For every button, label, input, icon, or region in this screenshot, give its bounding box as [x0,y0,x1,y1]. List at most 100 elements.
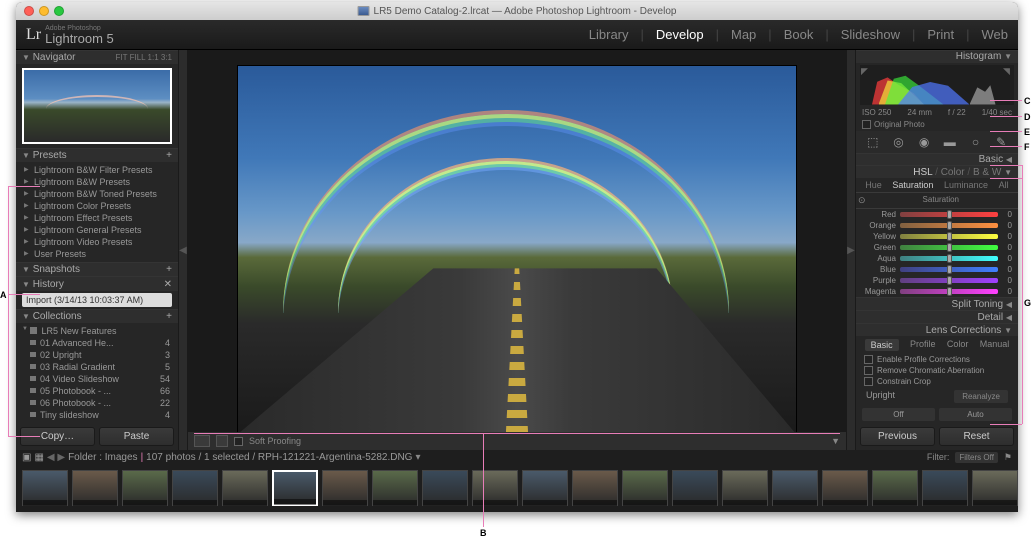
collection-folder[interactable]: LR5 New Features [16,325,178,337]
filmstrip-thumb[interactable] [22,470,68,506]
filmstrip-thumb[interactable] [172,470,218,506]
window-controls[interactable] [24,6,64,16]
filmstrip-thumb[interactable] [722,470,768,506]
filmstrip-thumb[interactable] [872,470,918,506]
history-item[interactable]: Import (3/14/13 10:03:37 AM) [22,293,172,307]
preset-folder[interactable]: Lightroom General Presets [16,224,178,236]
copy-button[interactable]: Copy… [20,427,95,446]
hsl-mode-color[interactable]: Color [941,167,965,178]
preset-folder[interactable]: User Presets [16,248,178,260]
highlight-clip-icon[interactable]: ◥ [1003,66,1013,76]
filmstrip-thumb[interactable] [972,470,1018,506]
filter-lock-icon[interactable]: ⚑ [1004,452,1012,463]
detail-panel-header[interactable]: Detail ◀ [856,310,1018,323]
filmstrip-thumb[interactable] [522,470,568,506]
saturation-magenta-slider[interactable]: Magenta0 [856,286,1018,297]
preset-folder[interactable]: Lightroom B&W Toned Presets [16,188,178,200]
hsl-mode-hsl[interactable]: HSL [913,167,932,178]
navigator-zoom-modes[interactable]: FIT FILL 1:1 3:1 [116,53,172,62]
filmstrip-thumb[interactable] [772,470,818,506]
reanalyze-button[interactable]: Reanalyze [954,390,1008,403]
soft-proofing-checkbox[interactable] [234,437,243,446]
collection-item[interactable]: 01 Advanced He...4 [16,337,178,349]
collection-item[interactable]: 02 Upright3 [16,349,178,361]
collection-item[interactable]: 03 Radial Gradient5 [16,361,178,373]
filmstrip-thumb[interactable] [322,470,368,506]
saturation-blue-slider[interactable]: Blue0 [856,264,1018,275]
minimize-icon[interactable] [39,6,49,16]
filmstrip-path[interactable]: Folder : Images [68,452,137,463]
preset-folder[interactable]: Lightroom B&W Filter Presets [16,164,178,176]
filmstrip-thumb[interactable] [422,470,468,506]
upright-off-button[interactable]: Off [862,408,935,421]
add-icon[interactable]: + [166,150,172,161]
clear-icon[interactable]: ✕ [164,279,172,290]
saturation-purple-slider[interactable]: Purple0 [856,275,1018,286]
collection-item[interactable]: Tiny slideshow4 [16,409,178,421]
lens-tab-profile[interactable]: Profile [910,339,936,351]
radial-tool-icon[interactable]: ○ [965,134,985,150]
preset-folder[interactable]: Lightroom Video Presets [16,236,178,248]
toolbar-menu-icon[interactable]: ▼ [831,436,840,446]
split-toning-panel-header[interactable]: Split Toning ◀ [856,297,1018,310]
before-after-icon[interactable] [216,435,228,447]
module-map[interactable]: Map [731,27,756,42]
preset-folder[interactable]: Lightroom Color Presets [16,200,178,212]
lens-tab-manual[interactable]: Manual [980,339,1010,351]
histogram-display[interactable]: ◤ ◥ [860,65,1014,105]
lens-tab-basic[interactable]: Basic [865,339,899,351]
filmstrip-thumb[interactable] [72,470,118,506]
module-slideshow[interactable]: Slideshow [841,27,900,42]
saturation-green-slider[interactable]: Green0 [856,242,1018,253]
collection-item[interactable]: 04 Video Slideshow54 [16,373,178,385]
module-print[interactable]: Print [927,27,954,42]
filmstrip-thumb[interactable] [272,470,318,506]
hsl-mode-bw[interactable]: B & W [973,167,1001,178]
snapshots-panel-header[interactable]: ▼ Snapshots + [16,262,178,276]
module-develop[interactable]: Develop [656,27,704,42]
previous-button[interactable]: Previous [860,427,935,446]
navigator-panel-header[interactable]: ▼ Navigator FIT FILL 1:1 3:1 [16,50,178,64]
saturation-orange-slider[interactable]: Orange0 [856,220,1018,231]
histogram-panel-header[interactable]: Histogram ▼ [856,50,1018,63]
filmstrip-thumbs[interactable] [16,464,1018,512]
basic-panel-header[interactable]: Basic ◀ [856,153,1018,166]
right-collapse[interactable]: ▶ [846,50,856,450]
checkbox[interactable] [864,355,873,364]
loupe-view[interactable]: Soft Proofing ▼ [188,50,846,450]
saturation-red-slider[interactable]: Red0 [856,209,1018,220]
add-icon[interactable]: + [166,264,172,275]
preset-folder[interactable]: Lightroom Effect Presets [16,212,178,224]
presets-panel-header[interactable]: ▼ Presets + [16,148,178,162]
filters-off-button[interactable]: Filters Off [955,452,998,463]
module-library[interactable]: Library [589,27,629,42]
grid-view-icon[interactable]: ▦ [34,452,43,463]
redeye-tool-icon[interactable]: ◉ [914,134,934,150]
history-panel-header[interactable]: ▼ History ✕ [16,276,178,290]
collections-panel-header[interactable]: ▼ Collections + [16,309,178,323]
upright-auto-button[interactable]: Auto [939,408,1012,421]
filmstrip-thumb[interactable] [122,470,168,506]
checkbox[interactable] [864,377,873,386]
collection-item[interactable]: 06 Photobook - ...22 [16,397,178,409]
brush-tool-icon[interactable]: ✎ [991,134,1011,150]
paste-button[interactable]: Paste [99,427,174,446]
hsl-tab-luminance[interactable]: Luminance [944,180,988,190]
filmstrip-thumb[interactable] [472,470,518,506]
reset-button[interactable]: Reset [939,427,1014,446]
module-web[interactable]: Web [982,27,1009,42]
collection-item[interactable]: 05 Photobook - ...66 [16,385,178,397]
filmstrip-thumb[interactable] [372,470,418,506]
shadow-clip-icon[interactable]: ◤ [861,66,871,76]
main-photo[interactable] [237,65,797,435]
preset-folder[interactable]: Lightroom B&W Presets [16,176,178,188]
module-book[interactable]: Book [784,27,814,42]
crop-tool-icon[interactable]: ⬚ [863,134,883,150]
saturation-yellow-slider[interactable]: Yellow0 [856,231,1018,242]
hsl-tab-saturation[interactable]: Saturation [892,180,933,190]
hsl-tab-hue[interactable]: Hue [865,180,882,190]
loupe-view-icon[interactable] [194,435,210,447]
saturation-aqua-slider[interactable]: Aqua0 [856,253,1018,264]
filmstrip-thumb[interactable] [572,470,618,506]
filmstrip-thumb[interactable] [822,470,868,506]
